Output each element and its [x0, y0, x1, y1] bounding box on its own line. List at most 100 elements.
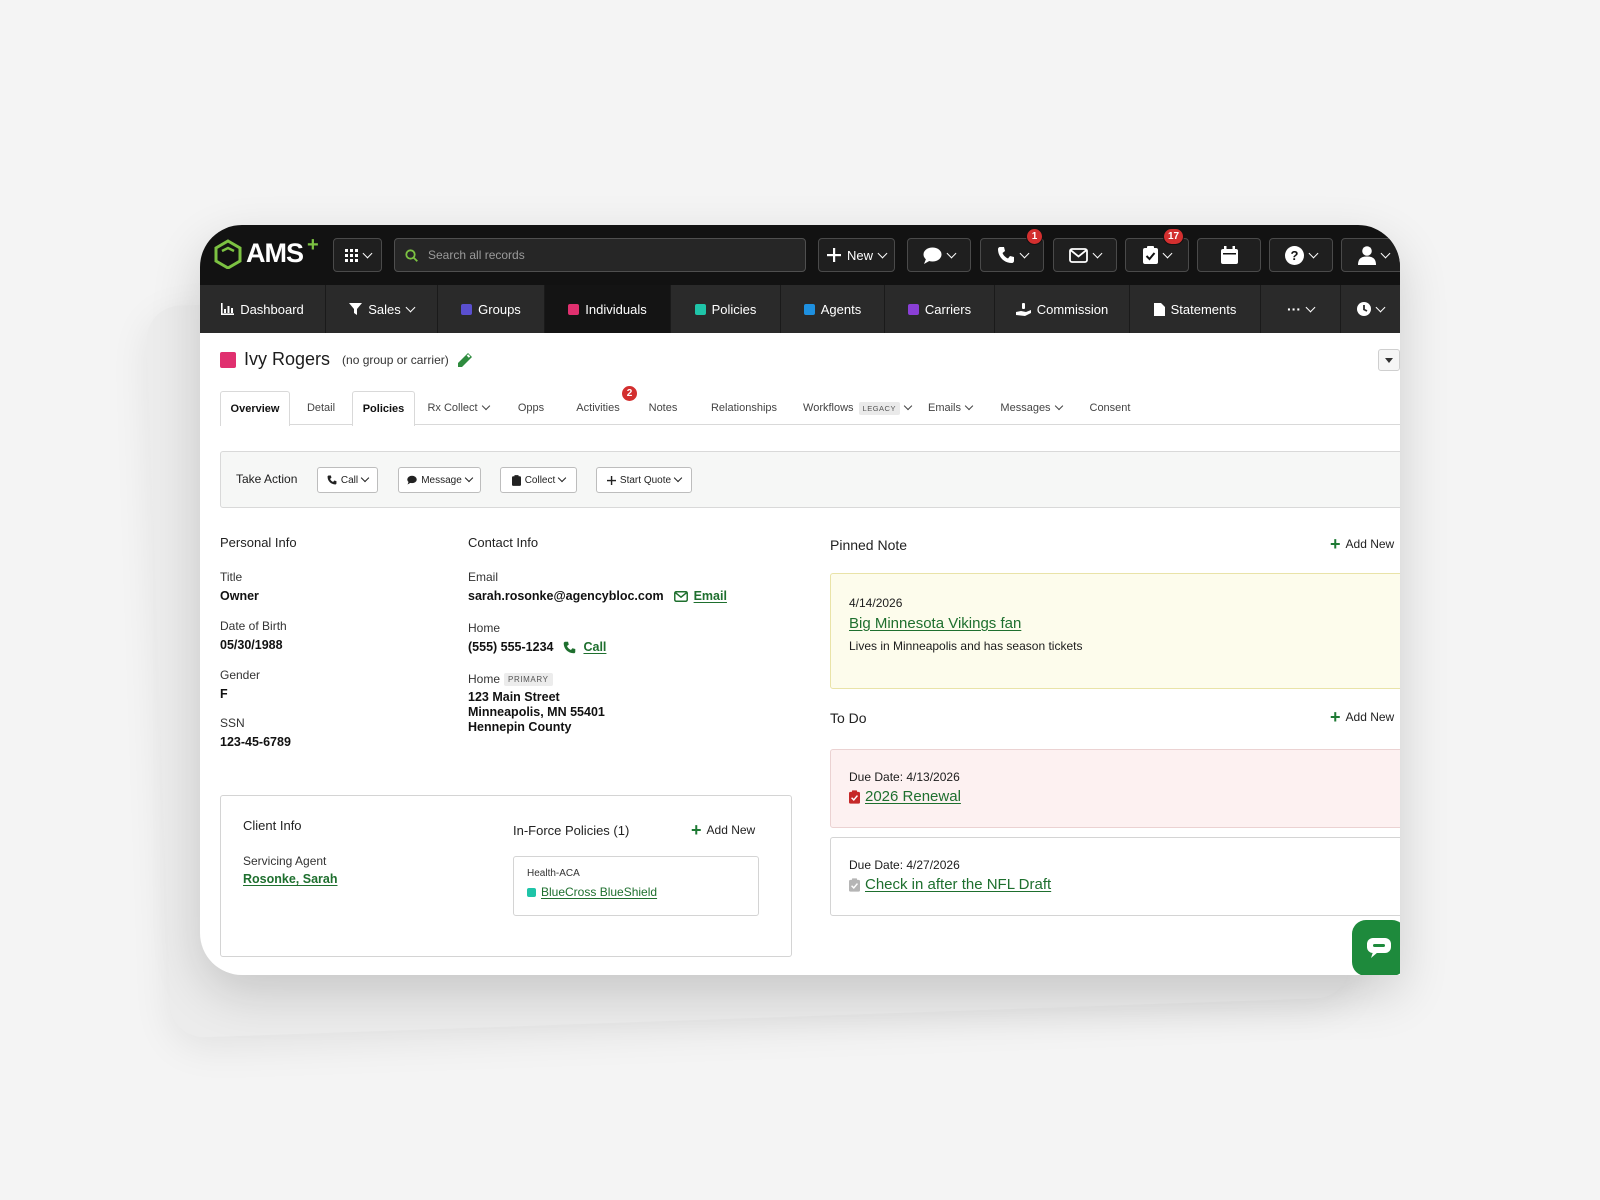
phone-notification-badge: 1 — [1026, 228, 1043, 245]
note-title-link[interactable]: Big Minnesota Vikings fan — [849, 615, 1021, 632]
document-icon — [1153, 302, 1165, 316]
nav-dashboard[interactable]: Dashboard — [200, 285, 326, 333]
app-logo[interactable]: AMS + — [214, 234, 319, 269]
add-todo-button[interactable]: + Add New — [1330, 708, 1394, 726]
calendar-button[interactable] — [1197, 238, 1261, 272]
individual-color-square — [220, 351, 236, 368]
new-button[interactable]: New — [818, 238, 895, 272]
chat-bubble-icon — [1367, 938, 1391, 958]
chat-menu-button[interactable] — [907, 238, 971, 272]
tab-label: Opps — [517, 402, 545, 414]
top-bar: AMS + New 1 — [200, 225, 1400, 285]
nav-groups[interactable]: Groups — [438, 285, 545, 333]
policies-color-square — [694, 303, 706, 315]
servicing-agent-link[interactable]: Rosonke, Sarah — [243, 872, 337, 886]
email-action[interactable]: Email — [673, 589, 727, 603]
nav-individuals[interactable]: Individuals — [545, 285, 671, 333]
chat-bubble-icon — [923, 247, 942, 264]
apps-grid-icon — [344, 248, 358, 262]
tab-label: Relationships — [710, 402, 778, 414]
ssn-label: SSN — [220, 716, 245, 730]
title-label: Title — [220, 570, 243, 584]
tab-emails[interactable]: Emails — [920, 391, 980, 425]
tab-label: Consent — [1089, 402, 1131, 414]
email-link[interactable]: Email — [694, 589, 727, 603]
nav-agents[interactable]: Agents — [781, 285, 885, 333]
tab-notes[interactable]: Notes — [638, 391, 688, 425]
policy-type: Health-ACA — [527, 868, 580, 879]
clipboard-check-icon — [849, 789, 860, 804]
email-value: sarah.rosonke@agencybloc.com — [468, 589, 664, 603]
todo-title-link[interactable]: Check in after the NFL Draft — [865, 876, 1051, 893]
collect-action-button[interactable]: Collect — [500, 467, 577, 493]
tab-detail[interactable]: Detail — [290, 391, 352, 425]
todo-title-link[interactable]: 2026 Renewal — [865, 788, 961, 805]
email-row: sarah.rosonke@agencybloc.com Email — [468, 589, 727, 603]
tab-rx-collect[interactable]: Rx Collect — [418, 391, 498, 425]
record-options-dropdown[interactable] — [1378, 349, 1400, 371]
note-body: Lives in Minneapolis and has season tick… — [849, 639, 1083, 653]
servicing-agent-label: Servicing Agent — [243, 854, 327, 868]
address-label-row: Home PRIMARY — [468, 672, 553, 686]
add-policy-button[interactable]: + Add New — [691, 821, 755, 839]
add-new-label: Add New — [1345, 710, 1395, 724]
nav-statements[interactable]: Statements — [1130, 285, 1261, 333]
chevron-down-icon — [405, 302, 416, 312]
email-menu-button[interactable] — [1053, 238, 1117, 272]
start-quote-action-button[interactable]: Start Quote — [596, 467, 692, 493]
plus-icon: + — [691, 820, 702, 840]
user-menu-button[interactable] — [1341, 238, 1400, 272]
chevron-down-icon — [946, 248, 957, 258]
phone-row: (555) 555-1234 Call — [468, 640, 606, 654]
client-info-heading: Client Info — [243, 818, 302, 833]
tab-label: Policies — [362, 403, 405, 415]
personal-info-heading: Personal Info — [220, 535, 297, 550]
envelope-icon — [1069, 247, 1088, 263]
nav-sales[interactable]: Sales — [326, 285, 438, 333]
filter-icon — [349, 303, 363, 315]
chevron-down-icon — [558, 473, 567, 483]
phone-icon — [327, 475, 337, 485]
nav-policies[interactable]: Policies — [671, 285, 781, 333]
tab-workflows[interactable]: Workflows LEGACY — [800, 391, 914, 425]
email-label: Email — [468, 570, 499, 584]
policy-carrier-link[interactable]: BlueCross BlueShield — [541, 885, 657, 899]
chevron-down-icon — [481, 401, 490, 411]
primary-tag: PRIMARY — [504, 673, 553, 686]
add-note-button[interactable]: + Add New — [1330, 535, 1394, 553]
contact-info-heading: Contact Info — [468, 535, 539, 550]
chevron-down-icon — [1054, 401, 1063, 411]
nav-more[interactable]: ··· — [1261, 285, 1341, 333]
legacy-tag: LEGACY — [858, 401, 900, 415]
apps-menu-button[interactable] — [333, 238, 382, 272]
record-tabs: Overview Detail Policies Rx Collect Opps… — [220, 385, 1400, 426]
call-action-button[interactable]: Call — [317, 467, 378, 493]
search-input[interactable] — [428, 248, 788, 262]
pinned-note-card: 4/14/2026 Big Minnesota Vikings fan Live… — [830, 573, 1400, 689]
todo-heading: To Do — [830, 710, 867, 726]
help-menu-button[interactable]: ? — [1269, 238, 1333, 272]
call-action[interactable]: Call — [563, 640, 606, 654]
chat-support-button[interactable] — [1352, 920, 1400, 975]
app-window: AMS + New 1 — [200, 225, 1400, 975]
tab-opps[interactable]: Opps — [506, 391, 556, 425]
add-new-label: Add New — [1345, 537, 1395, 551]
envelope-icon — [673, 590, 688, 602]
call-link[interactable]: Call — [583, 640, 606, 654]
policy-carrier-row: BlueCross BlueShield — [527, 885, 657, 899]
chevron-down-icon — [1305, 302, 1316, 312]
tab-overview[interactable]: Overview — [220, 391, 290, 426]
message-action-button[interactable]: Message — [398, 467, 481, 493]
tab-relationships[interactable]: Relationships — [696, 391, 792, 425]
nav-carriers[interactable]: Carriers — [885, 285, 995, 333]
nav-commission[interactable]: Commission — [995, 285, 1130, 333]
tab-policies[interactable]: Policies — [352, 391, 415, 426]
chevron-down-icon — [360, 473, 370, 483]
nav-recent[interactable] — [1341, 285, 1400, 333]
more-icon: ··· — [1287, 301, 1301, 317]
user-icon — [1357, 245, 1376, 265]
tab-consent[interactable]: Consent — [1082, 391, 1138, 425]
tab-messages[interactable]: Messages — [996, 391, 1066, 425]
global-search[interactable] — [394, 238, 806, 272]
pencil-edit-icon[interactable] — [457, 352, 473, 368]
